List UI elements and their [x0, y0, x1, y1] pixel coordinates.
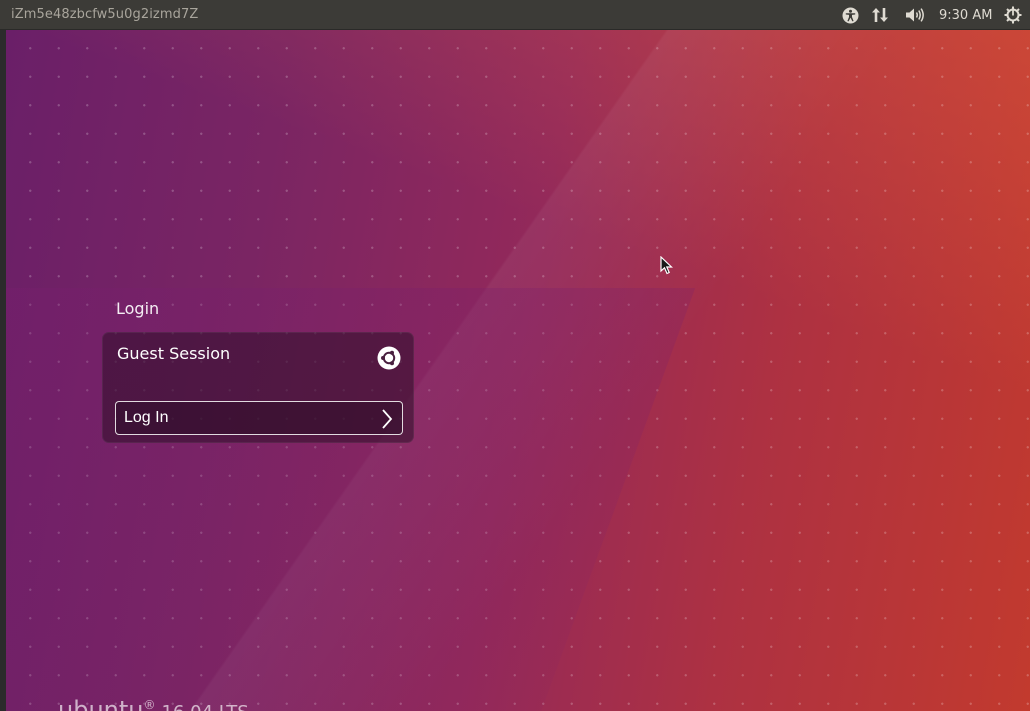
accessibility-icon[interactable]: [841, 6, 859, 24]
mouse-pointer-icon: [660, 255, 674, 276]
session-user-name: Guest Session: [117, 344, 231, 363]
screen: iZm5e48zbcfw5u0g2izmd7Z 9:30 AM Login Gu…: [0, 0, 1030, 711]
ubuntu-session-icon[interactable]: [377, 346, 401, 370]
ubuntu-wordmark: ubuntu® 16.04 LTS: [58, 696, 249, 711]
top-panel: iZm5e48zbcfw5u0g2izmd7Z 9:30 AM: [0, 0, 1030, 30]
hostname-label: iZm5e48zbcfw5u0g2izmd7Z: [11, 7, 199, 22]
registered-mark: ®: [143, 698, 156, 711]
brand-wordmark: ubuntu: [58, 696, 144, 711]
volume-icon[interactable]: [904, 6, 926, 24]
network-icon[interactable]: [871, 6, 889, 24]
release-version: 16.04 LTS: [162, 702, 249, 711]
clock[interactable]: 9:30 AM: [939, 8, 992, 23]
chevron-right-icon: [380, 408, 394, 430]
login-panel: Guest Session Log In: [102, 332, 414, 443]
log-in-button[interactable]: Log In: [115, 401, 403, 435]
login-heading: Login: [116, 299, 160, 318]
power-gear-icon[interactable]: [1004, 6, 1022, 24]
log-in-label: Log In: [124, 409, 169, 426]
